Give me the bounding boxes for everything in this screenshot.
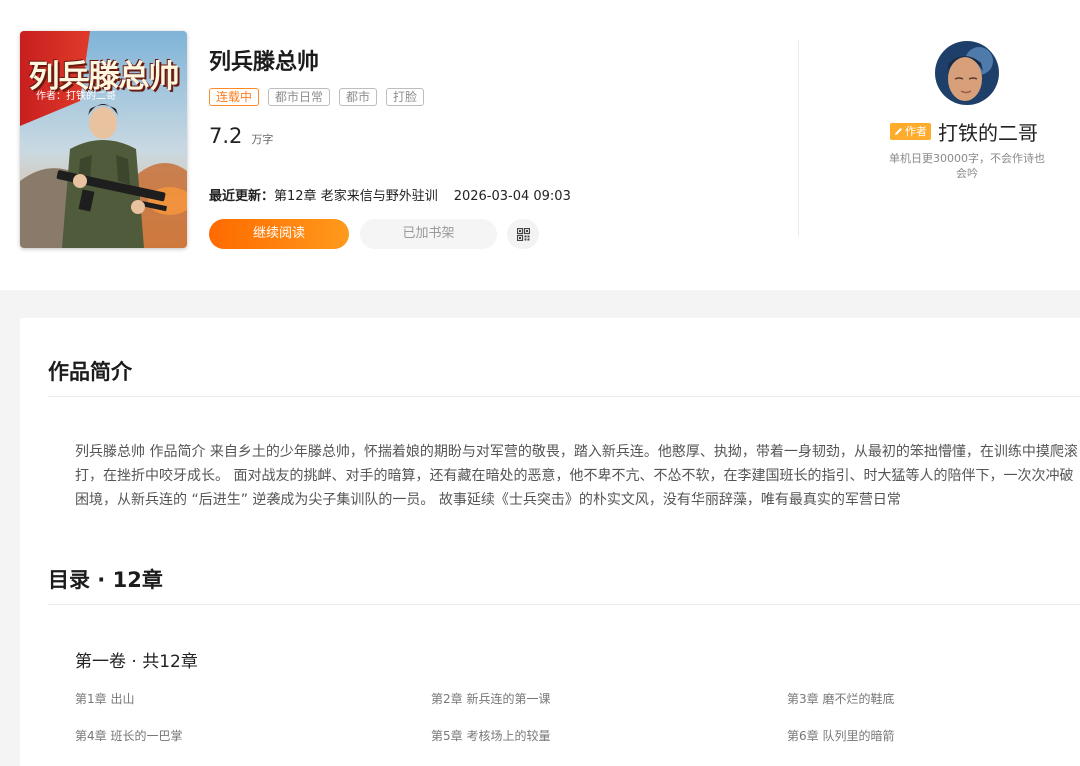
author-badge-label: 作者 [905,125,927,138]
author-badge: 作者 [890,123,931,140]
tag-list: 连载中 都市日常 都市 打脸 [209,88,425,106]
status-tag[interactable]: 连载中 [209,88,260,106]
chapter-link[interactable]: 第6章 队列里的暗箭 [787,727,1080,745]
genre-tag[interactable]: 打脸 [386,88,425,106]
word-count: 7.2 万字 [209,124,273,148]
latest-update-label: 最近更新： [209,189,275,204]
latest-chapter-link[interactable]: 第12章 老家来信与野外驻训 [274,189,438,204]
catalog-divider [48,604,1080,605]
word-count-value: 7.2 [209,124,243,148]
book-detail-panel: 作品简介 列兵滕总帅 作品简介 来自乡土的少年滕总帅，怀揣着娘的期盼与对军营的敬… [20,318,1080,766]
latest-update-time: 2026-03-04 09:03 [453,189,571,204]
latest-update: 最近更新：第12章 老家来信与野外驻训 2026-03-04 09:03 [209,185,571,204]
continue-reading-button[interactable]: 继续阅读 [209,219,349,249]
bookshelf-button[interactable]: 已加书架 [360,219,497,249]
qr-code-button[interactable] [507,219,539,249]
chapter-link[interactable]: 第5章 考核场上的较量 [431,727,787,745]
catalog-heading: 目录 · 12章 [48,568,163,592]
cover-author: 作者：打铁的二哥 [36,91,116,102]
chapter-link[interactable]: 第4章 班长的一巴掌 [75,727,431,745]
author-row: 作者 打铁的二哥 [890,117,1038,146]
avatar-image [935,41,999,105]
word-count-unit: 万字 [251,133,274,146]
author-bio: 单机日更30000字，不会作诗也会吟 [889,152,1045,180]
chapter-link[interactable]: 第2章 新兵连的第一课 [431,690,787,708]
intro-divider [48,396,1080,397]
chapter-list: 第1章 出山 第2章 新兵连的第一课 第3章 磨不烂的鞋底 第4章 班长的一巴掌… [75,690,1080,745]
author-avatar[interactable] [935,41,999,105]
header-divider [798,40,799,236]
pencil-icon [895,128,902,135]
chapter-link[interactable]: 第3章 磨不烂的鞋底 [787,690,1080,708]
volume-title: 第一卷 · 共12章 [75,652,198,672]
qr-code-icon [516,227,530,241]
genre-tag[interactable]: 都市 [339,88,378,106]
book-header: 列兵滕总帅 作者：打铁的二哥 列兵滕总帅 连载中 都市日常 都市 打脸 7.2 … [0,0,1080,290]
genre-tag[interactable]: 都市日常 [268,88,331,106]
book-cover[interactable]: 列兵滕总帅 作者：打铁的二哥 [20,31,187,248]
chapter-link[interactable]: 第1章 出山 [75,690,431,708]
book-title: 列兵滕总帅 [209,50,320,75]
intro-heading: 作品简介 [48,360,132,384]
intro-text: 列兵滕总帅 作品简介 来自乡土的少年滕总帅，怀揣着娘的期盼与对军营的敬畏，踏入新… [75,444,1078,508]
author-name[interactable]: 打铁的二哥 [938,117,1038,146]
